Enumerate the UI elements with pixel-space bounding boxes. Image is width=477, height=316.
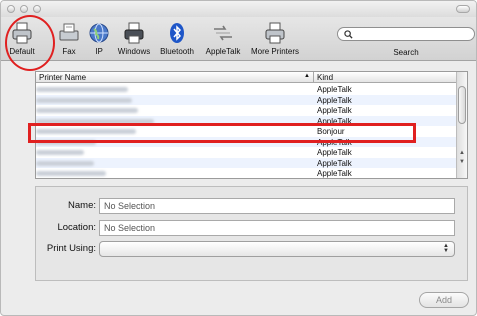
table-row[interactable]: AppleTalk: [36, 147, 458, 158]
updown-arrows-icon: ▲ ▼: [443, 243, 449, 254]
toolbar-ip-label: IP: [95, 47, 103, 56]
print-using-label: Print Using:: [46, 243, 96, 254]
table-row[interactable]: AppleTalk: [36, 84, 458, 95]
column-header-printer-name[interactable]: Printer Name: [39, 73, 86, 82]
print-using-select[interactable]: ▲ ▼: [99, 241, 455, 257]
search-label: Search: [393, 48, 419, 57]
list-header: Printer Name ▲ Kind: [36, 72, 458, 83]
sort-ascending-icon: ▲: [304, 73, 310, 79]
add-button[interactable]: Add: [419, 292, 469, 308]
search-input[interactable]: [337, 27, 475, 41]
toolbar-windows-label: Windows: [117, 47, 151, 56]
scrollbar-thumb[interactable]: [458, 86, 466, 124]
printer-details-panel: Name: No Selection Location: No Selectio…: [35, 186, 468, 281]
table-row[interactable]: AppleTalk: [36, 94, 458, 105]
search-icon: [344, 30, 353, 39]
title-bar: [1, 1, 476, 17]
column-divider: [313, 72, 314, 83]
table-row[interactable]: AppleTalk: [36, 168, 458, 178]
toolbar-more-printers-label: More Printers: [250, 47, 299, 56]
printer-kind: AppleTalk: [317, 85, 352, 94]
list-scrollbar[interactable]: ▲ ▼: [456, 72, 467, 178]
redacted-printer-name: [36, 97, 132, 103]
printer-icon: [12, 22, 32, 44]
table-row[interactable]: AppleTalk: [36, 136, 458, 147]
toolbar-appletalk-button[interactable]: AppleTalk: [200, 21, 246, 59]
toolbar-bluetooth-button[interactable]: Bluetooth: [156, 21, 198, 59]
name-field[interactable]: No Selection: [99, 198, 455, 214]
table-row[interactable]: AppleTalk: [36, 115, 458, 126]
redacted-printer-name: [36, 171, 106, 176]
toolbar-fax-label: Fax: [62, 47, 76, 56]
redacted-printer-name: [36, 160, 94, 166]
bluetooth-icon: [170, 23, 184, 43]
table-row[interactable]: AppleTalk: [36, 105, 458, 116]
toolbar: Default Fax IP Windows Bluetooth AppleTa…: [1, 17, 476, 61]
close-window-button[interactable]: [7, 5, 15, 13]
toolbar-windows-button[interactable]: Windows: [114, 21, 154, 59]
printer-kind: AppleTalk: [317, 116, 352, 126]
toolbar-bluetooth-label: Bluetooth: [160, 47, 194, 56]
scroll-down-icon[interactable]: ▼: [459, 159, 465, 165]
printer-rows: AppleTalk AppleTalk AppleTalk AppleTalk …: [36, 84, 458, 178]
printer-kind: AppleTalk: [317, 148, 352, 157]
printer-kind: AppleTalk: [317, 158, 352, 168]
redacted-printer-name: [36, 129, 136, 134]
fax-icon: [59, 23, 79, 41]
appletalk-icon: [214, 25, 232, 41]
toolbar-ip-button[interactable]: IP: [87, 21, 111, 59]
globe-icon: [89, 23, 109, 43]
printer-list[interactable]: Printer Name ▲ Kind AppleTalk AppleTalk …: [35, 71, 468, 179]
redacted-printer-name: [36, 139, 96, 145]
location-label: Location:: [57, 222, 96, 233]
printer-kind: AppleTalk: [317, 106, 352, 115]
table-row[interactable]: Bonjour: [36, 126, 458, 137]
toolbar-default-button[interactable]: Default: [7, 21, 37, 59]
windows-printer-icon: [124, 22, 144, 44]
printer-kind: AppleTalk: [317, 95, 352, 105]
table-row[interactable]: AppleTalk: [36, 157, 458, 168]
toolbar-fax-button[interactable]: Fax: [59, 21, 79, 59]
toolbar-toggle-button[interactable]: [456, 5, 470, 13]
redacted-printer-name: [36, 87, 128, 92]
printer-kind: AppleTalk: [317, 169, 352, 178]
name-label: Name:: [68, 200, 96, 211]
toolbar-default-label: Default: [9, 47, 35, 56]
column-header-kind[interactable]: Kind: [317, 73, 333, 82]
redacted-printer-name: [36, 150, 84, 155]
minimize-window-button[interactable]: [20, 5, 28, 13]
printer-kind: Bonjour: [317, 127, 345, 136]
printer-kind: AppleTalk: [317, 137, 352, 147]
toolbar-appletalk-label: AppleTalk: [205, 47, 241, 56]
redacted-printer-name: [36, 108, 138, 113]
location-field[interactable]: No Selection: [99, 220, 455, 236]
scroll-up-icon[interactable]: ▲: [459, 150, 465, 156]
toolbar-more-printers-button[interactable]: More Printers: [247, 21, 303, 59]
printer-browser-window: Default Fax IP Windows Bluetooth AppleTa…: [0, 0, 477, 316]
zoom-window-button[interactable]: [33, 5, 41, 13]
printer-icon: [265, 22, 285, 44]
redacted-printer-name: [36, 118, 154, 124]
